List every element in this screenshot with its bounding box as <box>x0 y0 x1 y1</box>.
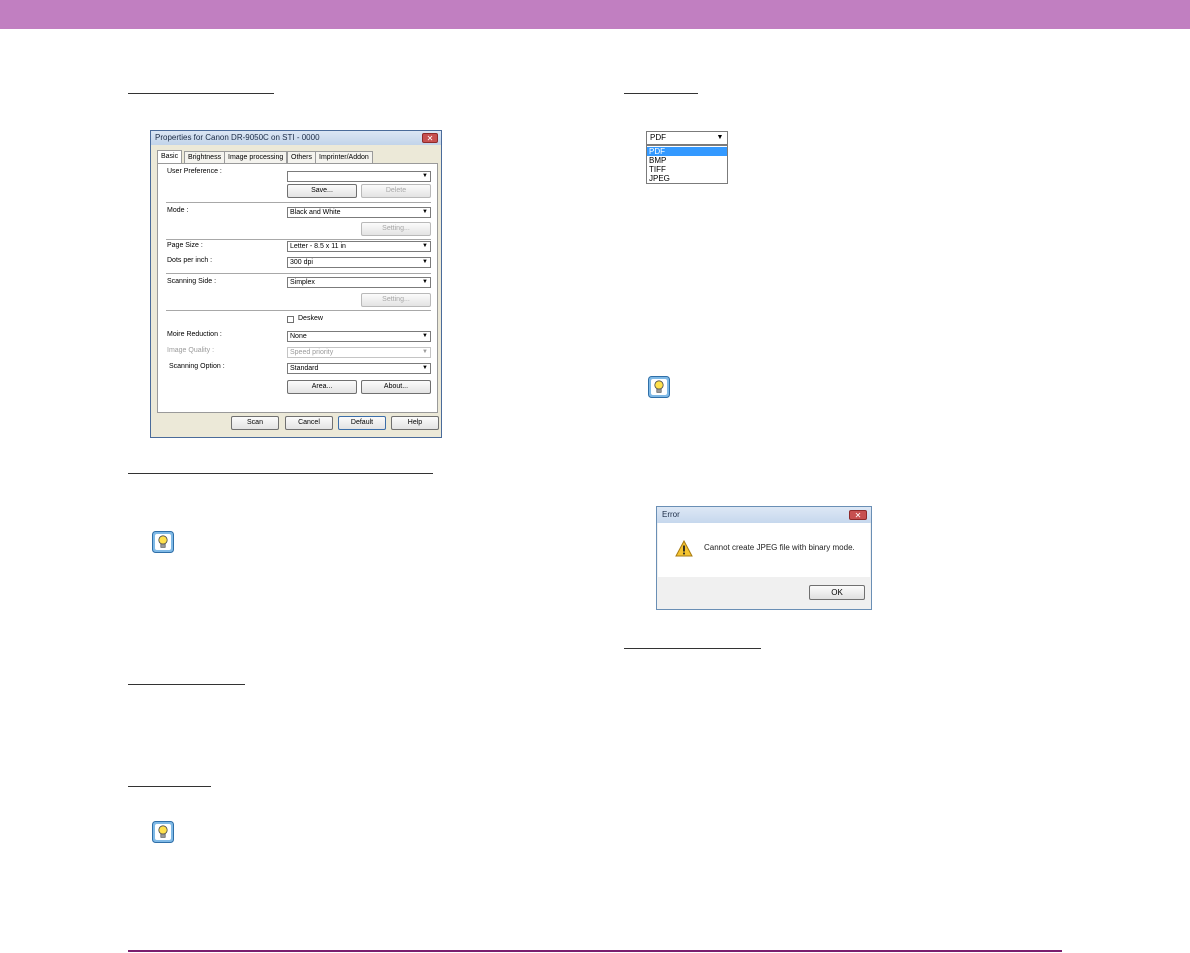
chevron-down-icon: ▼ <box>422 279 428 285</box>
page-size-select[interactable]: Letter - 8.5 x 11 in ▼ <box>287 241 431 252</box>
dialog-title-bar: Properties for Canon DR-9050C on STI - 0… <box>151 131 441 145</box>
format-option-tiff[interactable]: TIFF <box>647 165 727 174</box>
error-dialog: Error ✕ Cannot create JPEG file with bin… <box>656 506 872 610</box>
basic-tab-panel: User Preference : ▼ Save... Delete Mode … <box>157 163 438 413</box>
separator <box>166 273 431 274</box>
mode-setting-button[interactable]: Setting... <box>361 222 431 236</box>
delete-button[interactable]: Delete <box>361 184 431 198</box>
moire-reduction-value: None <box>290 333 307 340</box>
dpi-select[interactable]: 300 dpi ▼ <box>287 257 431 268</box>
page-size-label: Page Size : <box>167 242 203 249</box>
file-format-select[interactable]: PDF ▼ <box>646 131 728 145</box>
format-option-bmp[interactable]: BMP <box>647 156 727 165</box>
error-dialog-body: Cannot create JPEG file with binary mode… <box>658 523 870 577</box>
mode-value: Black and White <box>290 209 341 216</box>
about-button[interactable]: About... <box>361 380 431 394</box>
section-heading-rule <box>128 684 245 685</box>
close-icon[interactable]: ✕ <box>849 510 867 520</box>
chevron-down-icon: ▼ <box>422 259 428 265</box>
error-message: Cannot create JPEG file with binary mode… <box>704 543 855 552</box>
scanner-properties-dialog: Properties for Canon DR-9050C on STI - 0… <box>150 130 442 438</box>
mode-select[interactable]: Black and White ▼ <box>287 207 431 218</box>
tab-image-processing[interactable]: Image processing <box>224 151 288 163</box>
moire-reduction-select[interactable]: None ▼ <box>287 331 431 342</box>
chevron-down-icon: ▼ <box>422 243 428 249</box>
page-size-value: Letter - 8.5 x 11 in <box>290 243 346 250</box>
user-preference-label: User Preference : <box>167 168 222 175</box>
section-heading-rule <box>128 93 274 94</box>
cancel-button[interactable]: Cancel <box>285 416 333 430</box>
tab-basic[interactable]: Basic <box>157 150 183 163</box>
scanning-option-label: Scanning Option : <box>169 363 225 370</box>
scanning-option-select[interactable]: Standard ▼ <box>287 363 431 374</box>
image-quality-label: Image Quality : <box>167 347 215 354</box>
mode-label: Mode : <box>167 207 189 214</box>
chevron-down-icon: ▼ <box>422 209 428 215</box>
chevron-down-icon: ▼ <box>422 349 428 355</box>
tab-imprinter-addon[interactable]: Imprinter/Addon <box>315 151 373 163</box>
dpi-label: Dots per inch : <box>167 257 213 264</box>
lightbulb-hint-icon <box>152 531 174 553</box>
help-button[interactable]: Help <box>391 416 439 430</box>
lightbulb-hint-icon <box>152 821 174 843</box>
chevron-down-icon: ▼ <box>422 333 428 339</box>
scan-button[interactable]: Scan <box>231 416 279 430</box>
separator <box>166 239 431 240</box>
chevron-down-icon: ▼ <box>716 134 724 141</box>
dpi-value: 300 dpi <box>290 259 313 266</box>
dialog-title: Properties for Canon DR-9050C on STI - 0… <box>155 133 320 142</box>
save-button[interactable]: Save... <box>287 184 357 198</box>
scanning-side-select[interactable]: Simplex ▼ <box>287 277 431 288</box>
tab-brightness[interactable]: Brightness <box>184 151 226 163</box>
error-dialog-title-bar: Error ✕ <box>657 507 871 523</box>
error-dialog-title: Error <box>662 510 680 519</box>
close-icon[interactable]: ✕ <box>422 133 438 143</box>
scanning-side-value: Simplex <box>290 279 315 286</box>
file-format-value: PDF <box>650 133 666 142</box>
default-button[interactable]: Default <box>338 416 386 430</box>
tab-others[interactable]: Others <box>287 151 317 163</box>
section-heading-rule <box>624 648 761 649</box>
moire-reduction-label: Moire Reduction : <box>167 331 222 338</box>
chevron-down-icon: ▼ <box>422 173 428 179</box>
image-quality-value: Speed priority <box>290 349 334 356</box>
format-option-jpeg[interactable]: JPEG <box>647 174 727 183</box>
section-heading-rule <box>128 473 433 474</box>
scanning-side-setting-button[interactable]: Setting... <box>361 293 431 307</box>
section-heading-rule <box>128 786 211 787</box>
deskew-label: Deskew <box>298 315 323 322</box>
user-preference-select[interactable]: ▼ <box>287 171 431 182</box>
scanning-option-value: Standard <box>290 365 319 372</box>
image-quality-select[interactable]: Speed priority ▼ <box>287 347 431 358</box>
lightbulb-hint-icon <box>648 376 670 398</box>
footer-rule <box>128 950 1062 952</box>
deskew-checkbox[interactable] <box>287 316 294 323</box>
file-format-options-list: PDF BMP TIFF JPEG <box>646 145 728 184</box>
section-heading-rule <box>624 93 698 94</box>
warning-triangle-icon <box>675 540 693 557</box>
separator <box>166 310 431 311</box>
separator <box>166 202 431 203</box>
chevron-down-icon: ▼ <box>422 365 428 371</box>
format-option-pdf[interactable]: PDF <box>647 147 727 156</box>
scanning-side-label: Scanning Side : <box>167 278 217 285</box>
page-header-band <box>0 0 1190 29</box>
area-button[interactable]: Area... <box>287 380 357 394</box>
ok-button[interactable]: OK <box>809 585 865 600</box>
